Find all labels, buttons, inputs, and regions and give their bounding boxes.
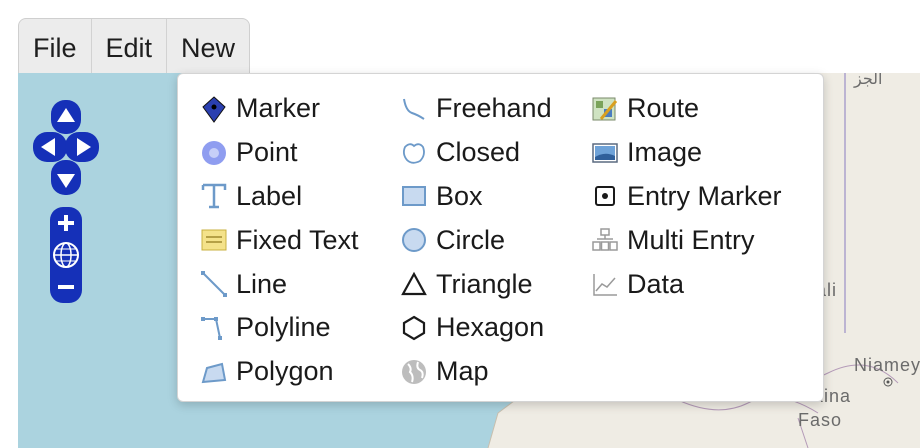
new-dropdown-menu: Marker Point Label Fixed Text Line Polyl… <box>177 73 824 402</box>
menu-item-fixed-text[interactable]: Fixed Text <box>200 218 359 262</box>
menu-item-label: Polyline <box>236 312 331 343</box>
hexagon-icon <box>400 314 428 342</box>
menu-column-3: Route Image Entry Marker Multi Entry Dat… <box>591 87 782 306</box>
pan-right-button[interactable] <box>65 132 99 162</box>
menu-item-route[interactable]: Route <box>591 87 782 131</box>
menu-item-label: Fixed Text <box>236 224 359 255</box>
menu-column-1: Marker Point Label Fixed Text Line Polyl… <box>200 87 359 394</box>
menu-item-freehand[interactable]: Freehand <box>400 87 552 131</box>
menu-item-label: Entry Marker <box>627 180 782 211</box>
map-icon <box>400 358 428 386</box>
menu-column-2: Freehand Closed Box Circle Triangle Hexa… <box>400 87 552 394</box>
map-label-faso: Faso <box>798 410 843 430</box>
menu-item-data[interactable]: Data <box>591 262 782 306</box>
data-chart-icon <box>591 270 619 298</box>
menubar: File Edit New <box>18 18 251 74</box>
menu-item-polygon[interactable]: Polygon <box>200 350 359 394</box>
menu-item-label: Box <box>436 180 483 211</box>
menu-item-map[interactable]: Map <box>400 350 552 394</box>
menu-item-label: Image <box>627 137 703 168</box>
menu-item-label: Hexagon <box>436 312 545 343</box>
menu-file[interactable]: File <box>19 19 92 74</box>
closed-icon <box>400 139 428 167</box>
menu-item-image[interactable]: Image <box>591 131 782 175</box>
menu-item-label: Polygon <box>236 356 334 387</box>
menu-item-closed[interactable]: Closed <box>400 131 552 175</box>
freehand-icon <box>400 95 428 123</box>
route-icon <box>591 95 619 123</box>
menu-item-marker[interactable]: Marker <box>200 87 359 131</box>
menu-item-line[interactable]: Line <box>200 262 359 306</box>
zoom-control <box>50 207 82 303</box>
line-icon <box>200 270 228 298</box>
multi-entry-icon <box>591 226 619 254</box>
triangle-icon <box>400 270 428 298</box>
pan-left-button[interactable] <box>33 132 67 162</box>
menu-item-label: Data <box>627 268 685 299</box>
map-label-niamey: Niamey <box>854 355 920 375</box>
menu-item-label: Route <box>627 93 700 124</box>
pan-control <box>33 100 99 195</box>
menu-item-box[interactable]: Box <box>400 175 552 219</box>
menu-item-hexagon[interactable]: Hexagon <box>400 306 552 350</box>
menu-item-multi-entry[interactable]: Multi Entry <box>591 218 782 262</box>
menu-item-label: Freehand <box>436 93 552 124</box>
menu-item-label: Closed <box>436 137 521 168</box>
menu-item-label: Point <box>236 137 298 168</box>
menu-item-circle[interactable]: Circle <box>400 218 552 262</box>
image-icon <box>591 139 619 167</box>
menu-item-label: Map <box>436 356 489 387</box>
fixed-text-icon <box>200 226 228 254</box>
circle-icon <box>400 226 428 254</box>
menu-item-label: Label <box>236 180 303 211</box>
menu-item-polyline[interactable]: Polyline <box>200 306 359 350</box>
map-label-top: الجز <box>854 73 883 88</box>
point-icon <box>200 139 228 167</box>
polygon-icon <box>200 358 228 386</box>
pan-up-button[interactable] <box>51 100 81 134</box>
entry-marker-icon <box>591 182 619 210</box>
menu-item-label: Multi Entry <box>627 224 755 255</box>
menu-item-point[interactable]: Point <box>200 131 359 175</box>
menu-item-entry-marker[interactable]: Entry Marker <box>591 175 782 219</box>
menu-item-label: Circle <box>436 224 506 255</box>
menu-new[interactable]: New <box>167 19 249 74</box>
menu-item-label: Marker <box>236 93 321 124</box>
menu-edit[interactable]: Edit <box>92 19 168 74</box>
menu-item-triangle[interactable]: Triangle <box>400 262 552 306</box>
menu-item-label[interactable]: Label <box>200 175 359 219</box>
menu-item-label: Triangle <box>436 268 533 299</box>
marker-icon <box>200 95 228 123</box>
zoom-out-button[interactable] <box>58 285 74 289</box>
pan-down-button[interactable] <box>51 160 81 195</box>
label-icon <box>200 182 228 210</box>
box-icon <box>400 182 428 210</box>
polyline-icon <box>200 314 228 342</box>
menu-item-label: Line <box>236 268 288 299</box>
